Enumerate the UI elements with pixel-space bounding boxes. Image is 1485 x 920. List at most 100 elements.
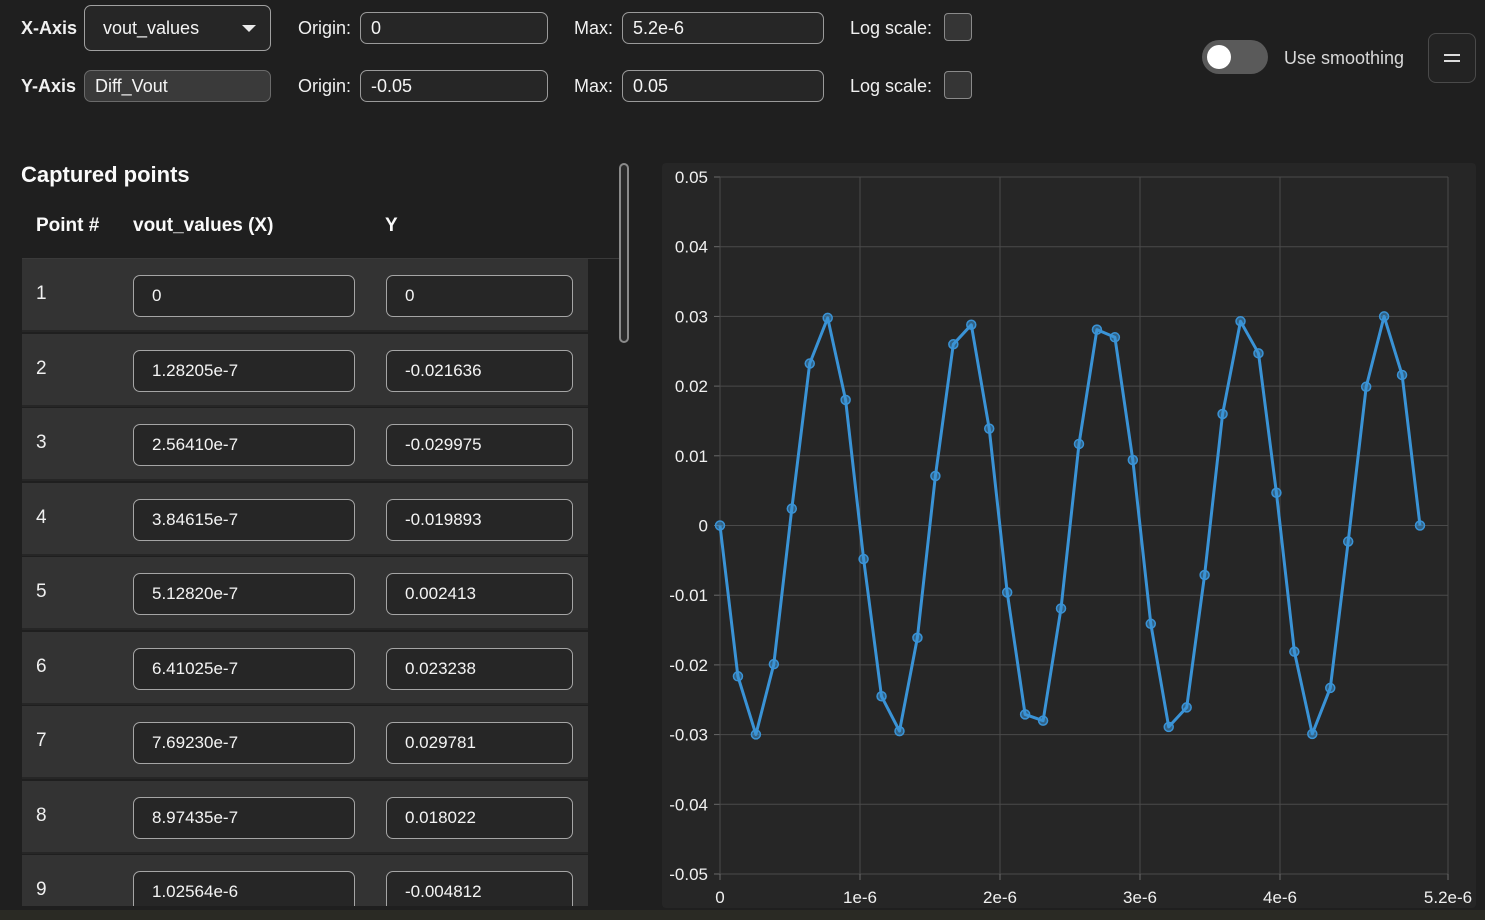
- x-max-label: Max:: [574, 18, 614, 38]
- y-tick-label: 0.03: [675, 307, 708, 326]
- point-number: 1: [36, 283, 47, 304]
- point-number: 2: [36, 357, 47, 379]
- point-x-input[interactable]: 7.69230e-7: [133, 722, 355, 764]
- axis-controls: X-Axis vout_values Origin: 0 Max: 5.2e-6…: [0, 0, 1485, 120]
- y-tick-label: 0.01: [675, 447, 708, 466]
- data-point: [1127, 454, 1139, 466]
- data-point: [930, 470, 941, 482]
- y-tick-label: 0.04: [675, 238, 708, 257]
- y-log-scale-checkbox[interactable]: [944, 71, 972, 99]
- data-point: [750, 729, 762, 740]
- data-point: [840, 394, 851, 406]
- x-tick-label: 4e-6: [1263, 888, 1297, 907]
- header-point: Point #: [36, 215, 100, 236]
- y-tick-label: 0.02: [675, 377, 708, 396]
- table-row: 3 2.56410e-7 -0.029975: [22, 408, 588, 481]
- y-max-label: Max:: [574, 76, 614, 96]
- x-origin-label: Origin:: [298, 18, 352, 38]
- x-log-scale-label: Log scale:: [850, 18, 933, 38]
- x-log-scale-checkbox[interactable]: [944, 13, 972, 41]
- table-row: 9 1.02564e-6 -0.004812: [22, 855, 588, 906]
- point-number: 6: [36, 655, 47, 677]
- data-point: [983, 423, 995, 434]
- point-x-input[interactable]: 5.12820e-7: [133, 573, 355, 615]
- data-point: [1091, 324, 1103, 335]
- y-tick-label: -0.05: [669, 865, 708, 884]
- point-x-input[interactable]: 6.41025e-7: [133, 647, 355, 690]
- y-axis-input[interactable]: Diff_Vout: [84, 70, 271, 102]
- x-tick-label: 0: [715, 888, 724, 907]
- point-x-input[interactable]: 0: [133, 275, 355, 317]
- point-y-input[interactable]: 0.029781: [386, 722, 573, 764]
- smoothing-toggle[interactable]: [1202, 40, 1268, 74]
- point-x-input[interactable]: 1.02564e-6: [133, 871, 355, 906]
- data-point: [1396, 369, 1408, 381]
- data-point: [1001, 587, 1013, 598]
- y-axis-label: Y-Axis: [21, 76, 77, 96]
- scrollbar-thumb[interactable]: [619, 163, 629, 343]
- data-point: [1073, 438, 1085, 450]
- point-number: 7: [36, 730, 47, 751]
- table-scrollbar[interactable]: [619, 163, 629, 908]
- y-origin-label: Origin:: [298, 76, 352, 96]
- data-point: [1414, 520, 1426, 531]
- point-y-input[interactable]: -0.019893: [386, 498, 573, 541]
- y-tick-label: -0.02: [669, 656, 708, 675]
- x-origin-input[interactable]: 0: [360, 12, 548, 44]
- x-tick-label: 2e-6: [983, 888, 1017, 907]
- point-number: 8: [36, 804, 47, 826]
- point-y-input[interactable]: 0: [386, 275, 573, 317]
- toggle-knob: [1207, 45, 1231, 69]
- y-log-scale-label: Log scale:: [850, 76, 933, 96]
- menu-icon: [1444, 54, 1460, 62]
- table-row: 4 3.84615e-7 -0.019893: [22, 482, 588, 556]
- y-tick-label: 0: [699, 517, 708, 536]
- data-point: [966, 319, 977, 331]
- x-tick-label: 3e-6: [1123, 888, 1157, 907]
- point-y-input[interactable]: 0.018022: [386, 796, 573, 839]
- x-max-input[interactable]: 5.2e-6: [622, 12, 824, 44]
- y-max-input[interactable]: 0.05: [622, 70, 824, 102]
- data-point: [822, 312, 833, 324]
- chart-panel: 0.05 0.04 0.03 0.02 0.01 0 -0.01 -0.02 -0.03 -0.0…: [662, 163, 1476, 908]
- y-tick-label: -0.01: [669, 586, 708, 605]
- data-point: [1360, 381, 1372, 393]
- y-origin-input[interactable]: -0.05: [360, 70, 548, 102]
- x-axis-label: X-Axis: [21, 18, 78, 38]
- data-point: [876, 691, 887, 702]
- point-y-input[interactable]: -0.004812: [386, 871, 573, 906]
- data-point: [1325, 682, 1336, 694]
- header-x: vout_values (X): [133, 215, 274, 236]
- x-tick-label: 5.2e-6: [1424, 888, 1472, 907]
- data-point: [1307, 728, 1318, 740]
- table-row: 6 6.41025e-7 0.023238: [22, 631, 588, 705]
- point-x-input[interactable]: 8.97435e-7: [133, 796, 355, 839]
- y-tick-label: -0.04: [669, 795, 708, 814]
- point-number: 3: [36, 432, 47, 453]
- table-row: 1 00: [22, 259, 588, 332]
- point-x-input[interactable]: 3.84615e-7: [133, 498, 355, 541]
- point-y-input[interactable]: 0.002413: [386, 573, 573, 615]
- point-x-input[interactable]: 2.56410e-7: [133, 424, 355, 466]
- table-row: 5 5.12820e-7 0.002413: [22, 557, 588, 630]
- data-point: [1055, 603, 1067, 614]
- data-point: [1109, 332, 1121, 343]
- line-chart: 0.05 0.04 0.03 0.02 0.01 0 -0.01 -0.02 -0.03 -0.0…: [669, 168, 1472, 907]
- data-point: [1342, 536, 1354, 547]
- point-y-input[interactable]: -0.021636: [386, 349, 573, 392]
- chevron-down-icon: [242, 25, 256, 32]
- table-title: Captured points: [21, 162, 190, 187]
- table-row: 2 1.28205e-7 -0.021636: [22, 333, 588, 407]
- y-tick-label: -0.03: [669, 726, 708, 745]
- point-y-input[interactable]: -0.029975: [386, 424, 573, 466]
- point-x-input[interactable]: 1.28205e-7: [133, 349, 355, 392]
- menu-button[interactable]: [1428, 33, 1476, 83]
- point-y-input[interactable]: 0.023238: [386, 647, 573, 690]
- x-axis-select[interactable]: vout_values: [84, 5, 271, 51]
- x-axis-selected-value: vout_values: [103, 17, 200, 38]
- point-number: 9: [36, 879, 47, 900]
- data-point: [1378, 311, 1390, 322]
- data-point: [1037, 715, 1049, 726]
- point-number: 5: [36, 581, 47, 602]
- x-tick-label: 1e-6: [843, 888, 877, 907]
